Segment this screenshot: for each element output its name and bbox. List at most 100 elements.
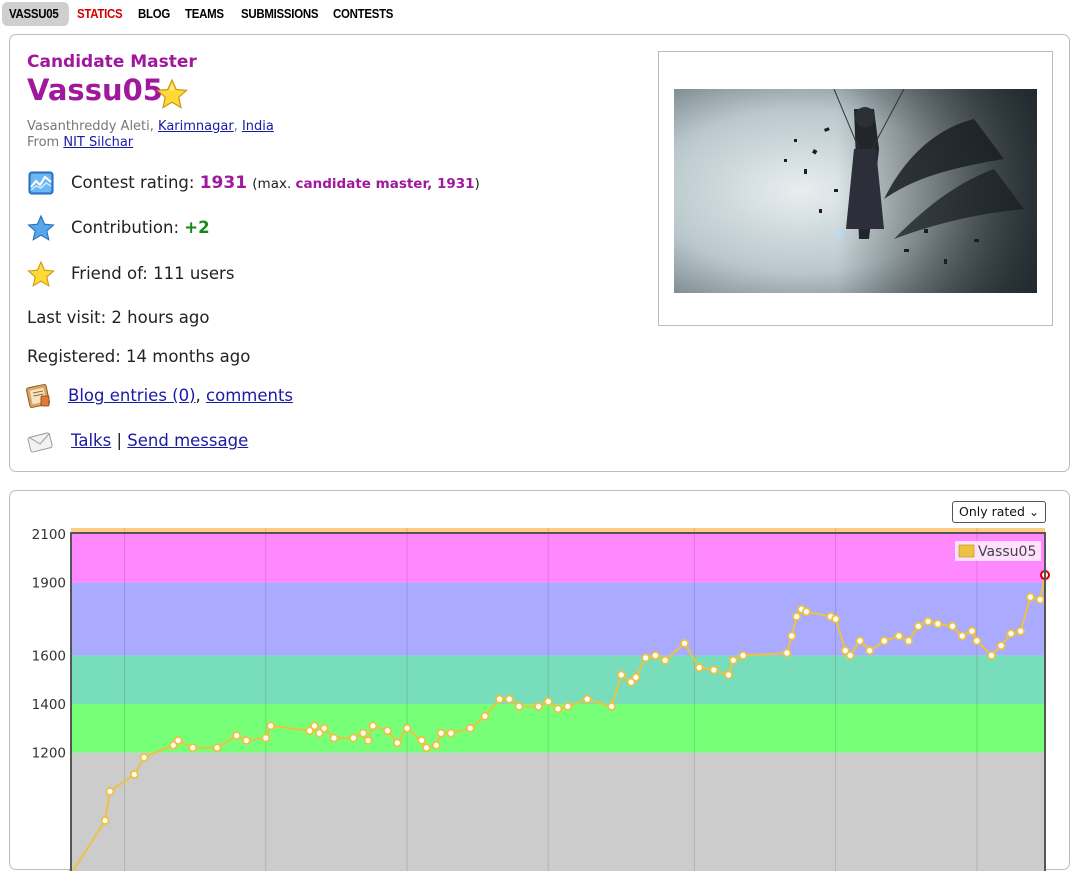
rating-point[interactable] (662, 657, 669, 664)
rating-point[interactable] (856, 637, 863, 644)
rating-point[interactable] (959, 633, 966, 640)
chart-legend: Vassu05 (955, 541, 1041, 561)
nav-tab-teams[interactable]: TEAMS (185, 2, 224, 26)
rating-point[interactable] (584, 696, 591, 703)
rating-point[interactable] (516, 703, 523, 710)
rating-point[interactable] (793, 613, 800, 620)
nav-tab-handle[interactable]: VASSU05 (2, 2, 69, 26)
rating-point[interactable] (555, 705, 562, 712)
rating-point[interactable] (681, 640, 688, 647)
rating-point[interactable] (968, 628, 975, 635)
rating-point[interactable] (618, 671, 625, 678)
city-link[interactable]: Karimnagar (158, 119, 234, 134)
user-handle: Vassu05 (27, 73, 163, 107)
rating-point[interactable] (141, 754, 148, 761)
rating-point[interactable] (243, 737, 250, 744)
rating-point[interactable] (506, 696, 513, 703)
rating-point[interactable] (866, 647, 873, 654)
rating-point[interactable] (832, 616, 839, 623)
rating-point[interactable] (1007, 630, 1014, 637)
rating-point[interactable] (102, 817, 109, 824)
rating-point[interactable] (350, 735, 357, 742)
rating-point[interactable] (321, 725, 328, 732)
rating-point[interactable] (925, 618, 932, 625)
rating-point[interactable] (998, 642, 1005, 649)
comments-link[interactable]: comments (206, 386, 293, 405)
rating-point[interactable] (564, 703, 571, 710)
rating-point[interactable] (369, 722, 376, 729)
nav-tab-contests[interactable]: CONTESTS (333, 2, 393, 26)
max-prefix: (max. (252, 176, 295, 192)
nav-tab-blog[interactable]: BLOG (138, 2, 170, 26)
rating-point[interactable] (1017, 628, 1024, 635)
rating-point[interactable] (642, 654, 649, 661)
rating-point[interactable] (847, 652, 854, 659)
rating-point[interactable] (189, 744, 196, 751)
rating-point[interactable] (783, 650, 790, 657)
rating-point[interactable] (467, 725, 474, 732)
rating-point[interactable] (214, 744, 221, 751)
rating-point[interactable] (881, 637, 888, 644)
rating-point[interactable] (725, 671, 732, 678)
send-message-link[interactable]: Send message (127, 431, 248, 450)
nav-tab-submissions[interactable]: SUBMISSIONS (241, 2, 318, 26)
rating-point[interactable] (418, 737, 425, 744)
rating-point[interactable] (803, 608, 810, 615)
rating-point[interactable] (710, 667, 717, 674)
avatar[interactable] (674, 89, 1037, 293)
rating-point[interactable] (131, 771, 138, 778)
rating-point[interactable] (696, 664, 703, 671)
contribution-label: Contribution: (71, 218, 184, 237)
rating-point[interactable] (262, 735, 269, 742)
rating-point[interactable] (360, 730, 367, 737)
rating-point[interactable] (1037, 596, 1044, 603)
top-nav: VASSU05 STATICS BLOG TEAMS SUBMISSIONS C… (0, 0, 1080, 30)
rating-point[interactable] (652, 652, 659, 659)
talks-link[interactable]: Talks (71, 431, 111, 450)
rating-point[interactable] (384, 727, 391, 734)
rating-point[interactable] (973, 637, 980, 644)
rating-point[interactable] (106, 788, 113, 795)
rating-point[interactable] (496, 696, 503, 703)
rating-chart-card: Only rated ⌄ 12001400160019002100 Vassu0… (9, 490, 1070, 870)
rating-point[interactable] (740, 652, 747, 659)
rating-point[interactable] (394, 739, 401, 746)
nav-tab-statics[interactable]: STATICS (77, 2, 122, 26)
rating-point[interactable] (404, 725, 411, 732)
rating-point[interactable] (330, 735, 337, 742)
organization-link[interactable]: NIT Silchar (63, 135, 133, 150)
rating-point[interactable] (438, 730, 445, 737)
max-rating-note: (max. candidate master, 1931) (252, 176, 480, 192)
rating-point[interactable] (1027, 594, 1034, 601)
rating-point[interactable] (545, 698, 552, 705)
rating-point[interactable] (915, 623, 922, 630)
rating-point[interactable] (481, 713, 488, 720)
rating-point[interactable] (447, 730, 454, 737)
rating-point[interactable] (433, 742, 440, 749)
blog-entries-link[interactable]: Blog entries (0) (68, 386, 196, 405)
rating-point[interactable] (423, 744, 430, 751)
rating-point[interactable] (608, 703, 615, 710)
rating-point[interactable] (895, 633, 902, 640)
rating-point[interactable] (988, 652, 995, 659)
rating-point[interactable] (905, 637, 912, 644)
rating-band-3 (71, 583, 1045, 656)
rating-point[interactable] (233, 732, 240, 739)
rating-point[interactable] (311, 722, 318, 729)
rating-point[interactable] (365, 737, 372, 744)
rating-point[interactable] (632, 674, 639, 681)
rating-point[interactable] (267, 722, 274, 729)
y-tick-1600: 1600 (32, 648, 66, 664)
rating-point[interactable] (175, 737, 182, 744)
rating-point[interactable] (730, 657, 737, 664)
user-rank: Candidate Master (27, 52, 197, 72)
rating-point[interactable] (949, 623, 956, 630)
country-link[interactable]: India (242, 119, 274, 134)
rating-point[interactable] (934, 620, 941, 627)
rating-point[interactable] (535, 703, 542, 710)
envelope-icon (26, 427, 54, 455)
separator: | (111, 431, 127, 450)
star-icon (156, 78, 188, 110)
rating-label: Contest rating: (71, 173, 200, 192)
rating-point[interactable] (788, 633, 795, 640)
